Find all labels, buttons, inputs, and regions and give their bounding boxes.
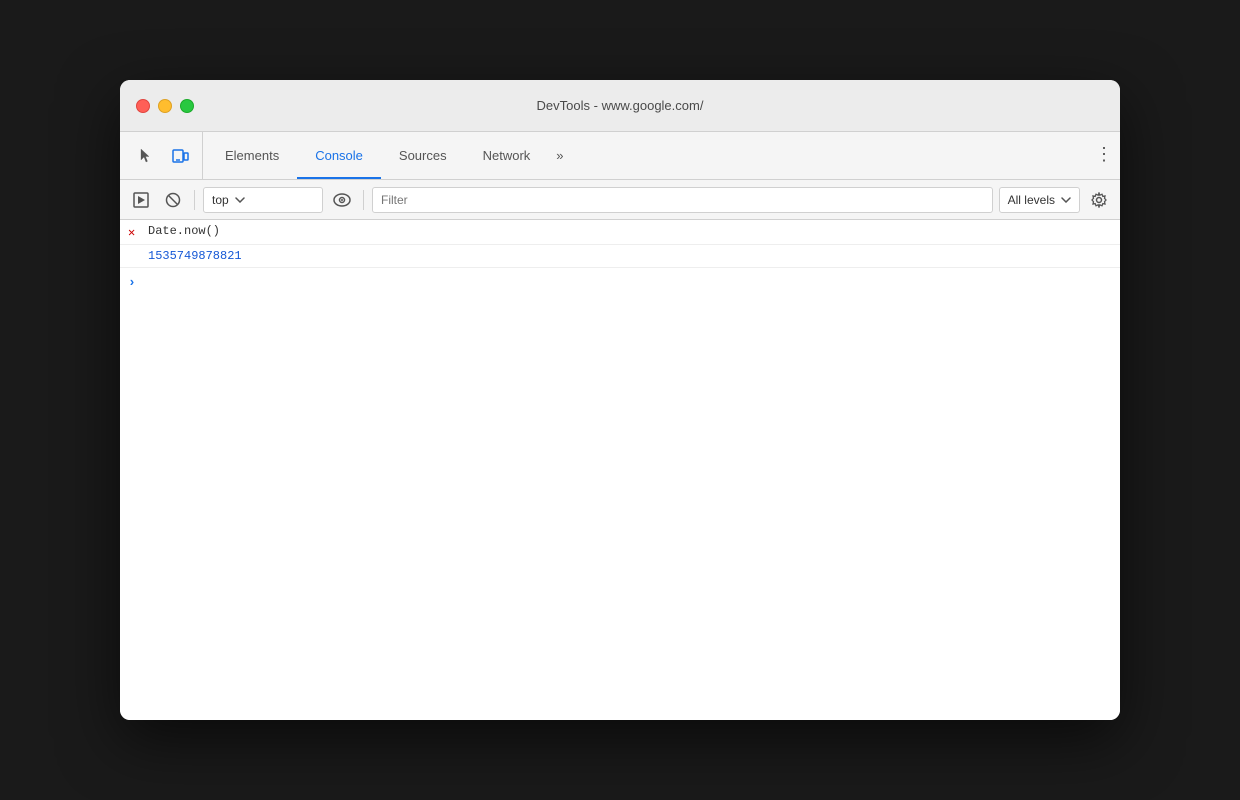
clear-console-button[interactable]	[160, 187, 186, 213]
title-bar: DevTools - www.google.com/	[120, 80, 1120, 132]
levels-label: All levels	[1008, 193, 1055, 207]
console-output[interactable]: ✕ Date.now() 1535749878821 ›	[120, 220, 1120, 720]
execute-button[interactable]	[128, 187, 154, 213]
console-input-row: ›	[120, 268, 1120, 296]
traffic-lights	[136, 99, 194, 113]
toolbar-divider	[194, 190, 195, 210]
prompt-icon: ›	[128, 275, 136, 290]
log-levels-selector[interactable]: All levels	[999, 187, 1080, 213]
tab-console[interactable]: Console	[297, 132, 381, 179]
eye-icon	[333, 193, 351, 207]
minimize-button[interactable]	[158, 99, 172, 113]
gear-icon	[1091, 192, 1107, 208]
chevron-down-icon	[235, 197, 245, 203]
filter-input[interactable]	[381, 193, 984, 207]
error-icon: ✕	[128, 224, 148, 240]
inspect-element-button[interactable]	[132, 142, 160, 170]
toolbar-divider-2	[363, 190, 364, 210]
console-input[interactable]	[142, 275, 1112, 289]
tab-network[interactable]: Network	[465, 132, 549, 179]
tab-icons	[124, 132, 203, 179]
context-value: top	[212, 193, 229, 207]
console-command-entry: ✕ Date.now()	[120, 220, 1120, 245]
console-toolbar: top All levels	[120, 180, 1120, 220]
context-selector[interactable]: top	[203, 187, 323, 213]
console-result-entry: 1535749878821	[120, 245, 1120, 268]
tab-spacer	[572, 132, 1088, 179]
devtools-menu-button[interactable]: ⋮	[1088, 132, 1120, 179]
console-command-text: Date.now()	[148, 224, 1112, 238]
console-result-text: 1535749878821	[148, 249, 1112, 263]
window-title: DevTools - www.google.com/	[537, 98, 704, 113]
tab-elements[interactable]: Elements	[207, 132, 297, 179]
close-button[interactable]	[136, 99, 150, 113]
tab-more[interactable]: »	[548, 132, 571, 179]
devtools-window: DevTools - www.google.com/ Elements	[120, 80, 1120, 720]
tab-sources[interactable]: Sources	[381, 132, 465, 179]
tab-bar: Elements Console Sources Network » ⋮	[120, 132, 1120, 180]
watch-expressions-button[interactable]	[329, 187, 355, 213]
device-mode-button[interactable]	[166, 142, 194, 170]
maximize-button[interactable]	[180, 99, 194, 113]
result-indent	[128, 249, 148, 250]
settings-button[interactable]	[1086, 187, 1112, 213]
levels-chevron-icon	[1061, 197, 1071, 203]
filter-input-wrap	[372, 187, 993, 213]
